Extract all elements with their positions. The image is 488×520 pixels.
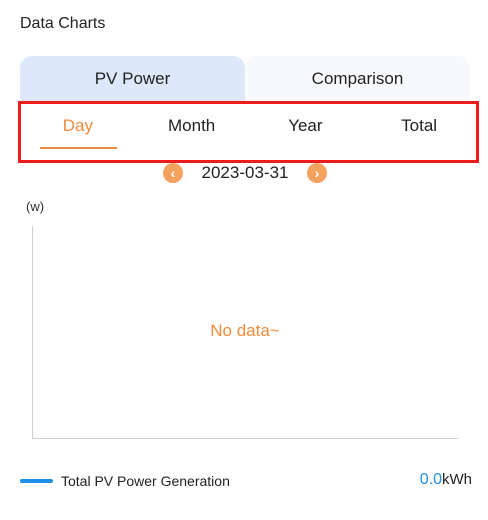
previous-date-button[interactable]: ‹ xyxy=(163,163,183,183)
active-tab-indicator xyxy=(40,147,117,149)
next-date-button[interactable]: › xyxy=(307,163,327,183)
period-selector-highlight: Day Month Year Total xyxy=(18,101,479,163)
tab-total[interactable]: Total xyxy=(362,104,476,160)
legend-total-value: 0.0kWh xyxy=(420,471,472,489)
chevron-left-icon: ‹ xyxy=(170,165,176,181)
chart-plot-area: No data~ xyxy=(32,226,458,439)
x-axis-line xyxy=(32,438,458,439)
tab-pv-power[interactable]: PV Power xyxy=(20,56,245,102)
tab-day[interactable]: Day xyxy=(21,104,135,160)
tab-year[interactable]: Year xyxy=(249,104,363,160)
mode-tabs: PV Power Comparison xyxy=(20,56,470,102)
y-axis-unit: (w) xyxy=(26,199,45,214)
legend-value-number: 0.0 xyxy=(419,471,442,488)
date-navigator: ‹ 2023-03-31 › xyxy=(0,160,488,186)
period-tabs: Day Month Year Total xyxy=(21,104,476,160)
tab-month[interactable]: Month xyxy=(135,104,249,160)
data-charts-page: Data Charts PV Power Comparison Day Mont… xyxy=(0,0,488,520)
tab-comparison[interactable]: Comparison xyxy=(245,56,470,102)
legend-swatch xyxy=(20,479,53,483)
current-date[interactable]: 2023-03-31 xyxy=(190,163,300,183)
empty-state-message: No data~ xyxy=(210,321,280,340)
legend-label: Total PV Power Generation xyxy=(61,473,230,489)
legend-value-unit: kWh xyxy=(442,471,472,488)
legend-row: Total PV Power Generation 0.0kWh xyxy=(20,470,472,492)
chevron-right-icon: › xyxy=(314,165,320,181)
section-title: Data Charts xyxy=(20,15,106,32)
